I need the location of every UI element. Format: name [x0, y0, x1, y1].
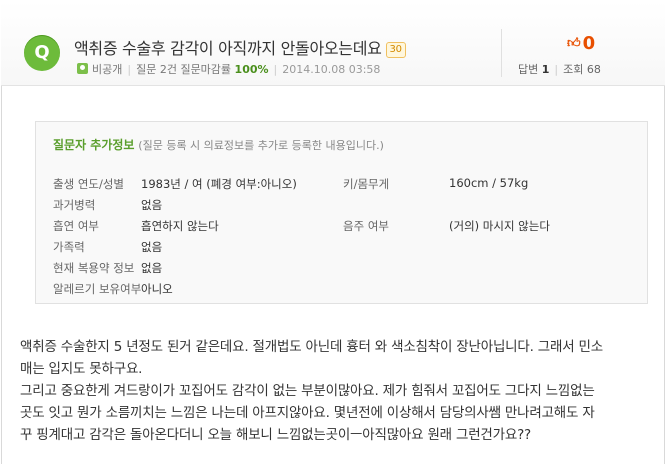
info-value: 없음 — [141, 261, 163, 275]
info-value-secondary: (거의) 마시지 않는다 — [449, 219, 550, 233]
question-badge: Q — [24, 35, 60, 71]
info-label: 가족력 — [53, 240, 85, 254]
close-rate: 100% — [234, 63, 269, 76]
like-count: 0 — [582, 33, 596, 54]
additional-info-heading: 질문자 추가정보 — [53, 138, 135, 152]
meta-separator: | — [273, 63, 278, 76]
info-label: 알레르기 보유여부 — [53, 282, 142, 296]
info-value-secondary: 160cm / 57kg — [449, 176, 529, 190]
answers-label: 답변 — [518, 63, 539, 76]
answer-view-counts: 답변 1 | 조회 68 — [518, 61, 601, 77]
author-name[interactable]: 비공개 — [92, 63, 122, 76]
question-title-text: 액취증 수술후 감각이 아직까지 안돌아오는데요 — [74, 39, 382, 58]
info-label: 출생 연도/성별 — [53, 177, 125, 191]
info-label: 과거병력 — [53, 198, 96, 212]
info-row: 과거병력 없음 — [36, 197, 647, 218]
answers-count: 1 — [541, 63, 550, 76]
views-label: 조회 — [563, 63, 584, 76]
info-row: 알레르기 보유여부 아니오 — [36, 281, 647, 302]
info-row: 가족력 없음 — [36, 239, 647, 260]
additional-info-description: (질문 등록 시 의료정보를 추가로 등록한 내용입니다.) — [138, 139, 384, 152]
info-value: 흡연하지 않는다 — [141, 219, 219, 233]
info-value: 없음 — [141, 198, 163, 212]
question-header: Q 액취증 수술후 감각이 아직까지 안돌아오는데요 30 비공개 | 질문 2건 질… — [1, 1, 665, 86]
info-label-secondary: 음주 여부 — [343, 219, 389, 233]
views-count: 68 — [586, 63, 601, 76]
user-icon — [77, 63, 88, 74]
body-line: 매는 입지도 못하구요. — [20, 361, 143, 377]
body-line: 그리고 중요한게 겨드랑이가 꼬집어도 감각이 없는 부분이많아요. 제가 힘줘… — [20, 383, 595, 399]
body-line: 액취증 수술한지 5 년정도 된거 같은데요. 절개법도 아닌데 흉터 와 색소… — [20, 339, 603, 355]
body-line: 꾸 핑계대고 감각은 돌아온다더니 오늘 해보니 느낌없는곳이ㅡ아직많아요 원래… — [20, 427, 532, 443]
counts-separator: | — [554, 63, 559, 76]
info-row: 흡연 여부 흡연하지 않는다 음주 여부 (거의) 마시지 않는다 — [36, 218, 647, 239]
additional-info-title: 질문자 추가정보 (질문 등록 시 의료정보를 추가로 등록한 내용입니다.) — [53, 136, 384, 153]
info-label-secondary: 키/몸무게 — [343, 177, 390, 191]
info-value: 없음 — [141, 240, 163, 254]
points-badge: 30 — [385, 42, 406, 58]
info-label: 현재 복용약 정보 — [53, 261, 135, 275]
thumb-up-icon: 👍︎ — [567, 36, 581, 51]
question-body: 액취증 수술한지 5 년정도 된거 같은데요. 절개법도 아닌데 흉터 와 색소… — [20, 336, 650, 446]
question-meta: 비공개 | 질문 2건 질문마감률 100% | 2014.10.08 03:58 — [77, 61, 380, 77]
info-row: 출생 연도/성별 1983년 / 여 (폐경 여부:아니오) 키/몸무게 160… — [36, 176, 647, 197]
question-date: 2014.10.08 03:58 — [282, 63, 381, 76]
info-row: 현재 복용약 정보 없음 — [36, 260, 647, 281]
like-button[interactable]: 👍︎ 0 — [567, 33, 595, 54]
additional-info-box: 질문자 추가정보 (질문 등록 시 의료정보를 추가로 등록한 내용입니다.) … — [35, 121, 648, 304]
stats-divider — [501, 29, 502, 77]
body-line: 곳도 잇고 뭔가 소름끼치는 느낌은 나는데 아프지않아요. 몇년전에 이상해서… — [20, 405, 595, 421]
info-label: 흡연 여부 — [53, 219, 99, 233]
info-value: 1983년 / 여 (폐경 여부:아니오) — [141, 177, 297, 191]
meta-separator: | — [127, 63, 132, 76]
question-stats-text: 질문 2건 질문마감률 — [136, 63, 232, 76]
question-title: 액취증 수술후 감각이 아직까지 안돌아오는데요 30 — [74, 35, 406, 59]
info-value: 아니오 — [141, 282, 173, 296]
